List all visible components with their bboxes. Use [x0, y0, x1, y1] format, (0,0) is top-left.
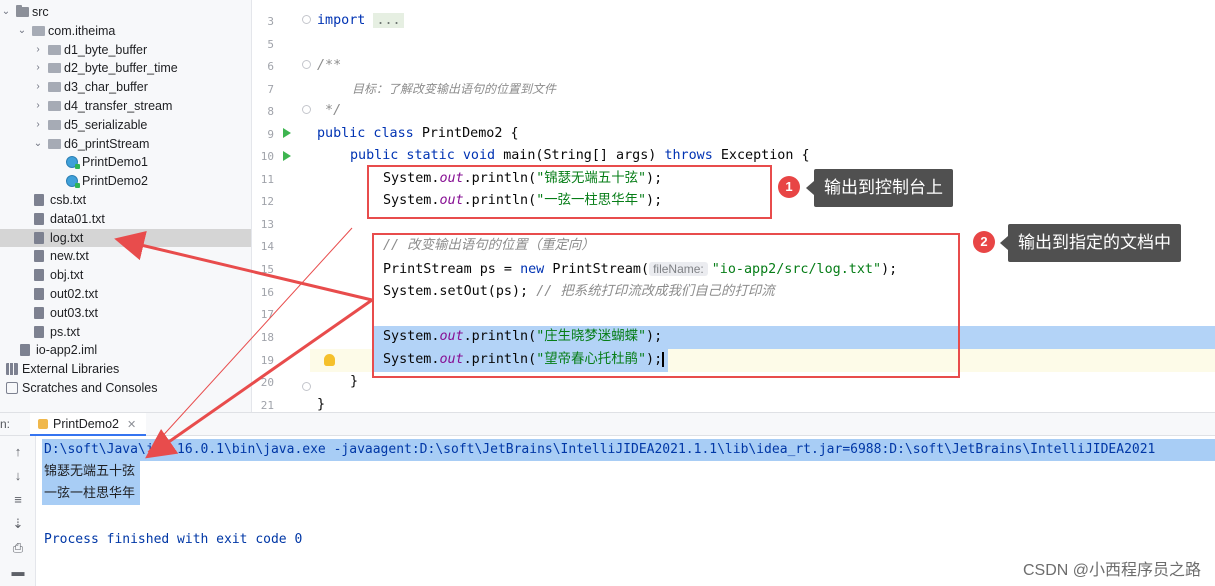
arrow-thin-to-console — [147, 227, 353, 453]
annotation-arrows — [114, 227, 373, 459]
watermark: CSDN @小西程序员之路 — [1022, 562, 1201, 579]
arrow-to-console — [145, 298, 373, 459]
ide-window: ⌄ src ⌄ com.itheima › d1_byte_buffer › d2_byte_… — [0, 0, 1215, 586]
arrow-to-log-file — [114, 230, 373, 302]
